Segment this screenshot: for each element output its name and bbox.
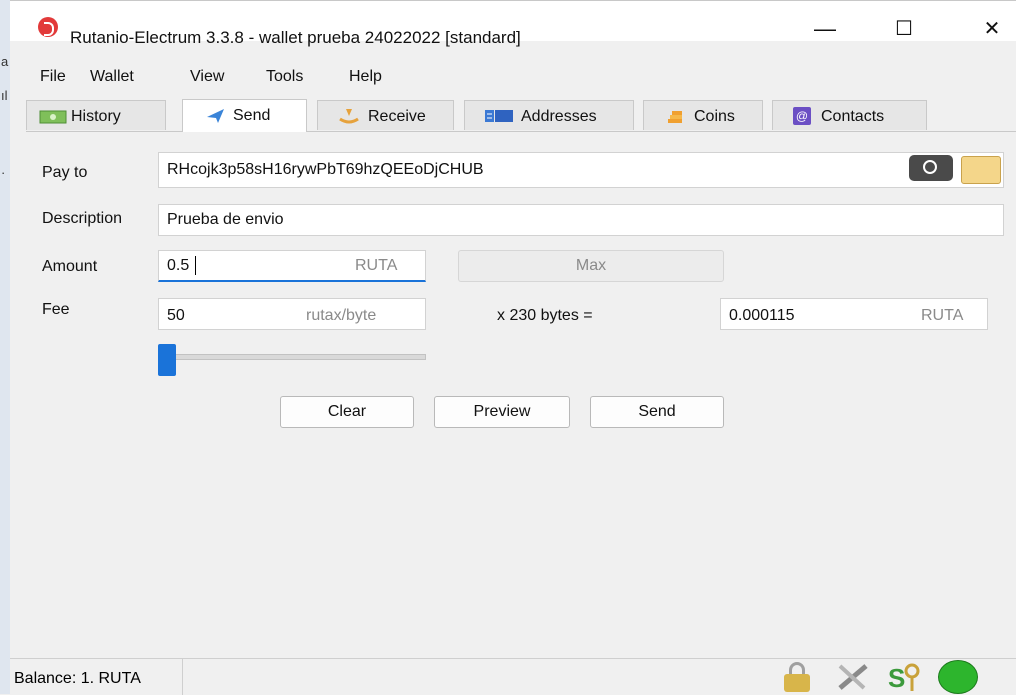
menu-wallet[interactable]: Wallet [90, 68, 134, 86]
fee-total-value: 0.000115 [729, 307, 795, 324]
amount-unit: RUTA [355, 257, 398, 274]
maximize-button[interactable]: ☐ [884, 17, 924, 41]
background-text: · [1, 165, 6, 180]
svg-text:S: S [888, 663, 905, 693]
tab-send[interactable]: Send [182, 99, 307, 132]
tab-bar: History Send Receive Addresses Coins @ C… [26, 99, 1016, 132]
title-bar: Rutanio-Electrum 3.3.8 - wallet prueba 2… [10, 0, 1016, 47]
tab-receive-label: Receive [368, 108, 426, 125]
text-cursor [195, 256, 196, 275]
fee-rate-input[interactable]: 50 rutax/byte [158, 298, 426, 330]
balance-text: Balance: 1. RUTA [14, 670, 141, 687]
pay-to-label: Pay to [42, 164, 88, 181]
coins-icon [668, 111, 682, 123]
network-status-icon[interactable] [938, 660, 978, 694]
fee-label: Fee [42, 301, 70, 318]
menu-tools[interactable]: Tools [266, 68, 303, 86]
menu-view[interactable]: View [190, 68, 224, 86]
lock-icon[interactable] [782, 662, 812, 692]
max-button[interactable]: Max [458, 250, 724, 282]
fee-total-unit: RUTA [921, 307, 964, 324]
background-text: a [1, 54, 9, 69]
tab-addresses[interactable]: Addresses [464, 100, 634, 130]
menu-file[interactable]: File [40, 68, 66, 86]
status-bar: Balance: 1. RUTA S [10, 658, 1016, 695]
tab-contacts[interactable]: @ Contacts [772, 100, 927, 130]
camera-icon[interactable] [909, 155, 953, 181]
tab-contacts-label: Contacts [821, 108, 885, 125]
menu-bar: File Wallet View Tools Help [10, 64, 1016, 90]
folder-icon[interactable] [961, 156, 1001, 184]
tab-coins-label: Coins [694, 108, 735, 125]
tools-icon[interactable] [834, 662, 872, 692]
window-title: Rutanio-Electrum 3.3.8 - wallet prueba 2… [70, 28, 521, 47]
balance-box: Balance: 1. RUTA [10, 659, 183, 695]
clear-button[interactable]: Clear [280, 396, 414, 428]
description-label: Description [42, 210, 123, 227]
minimize-button[interactable]: — [805, 17, 845, 41]
amount-value: 0.5 [167, 257, 190, 274]
fee-size-text: x 230 bytes = [497, 307, 593, 324]
contacts-icon: @ [793, 107, 811, 125]
seed-key-icon[interactable]: S [886, 661, 924, 693]
amount-label: Amount [42, 258, 98, 275]
fee-rate-value: 50 [167, 307, 185, 324]
send-panel: Pay to RHcojk3p58sH16rywPbT69hzQEEoDjCHU… [26, 131, 1016, 652]
tab-history-label: History [71, 108, 121, 125]
menu-help[interactable]: Help [349, 68, 382, 86]
tab-addresses-label: Addresses [521, 108, 597, 125]
pay-to-input[interactable]: RHcojk3p58sH16rywPbT69hzQEEoDjCHUB [158, 152, 1004, 188]
fee-slider-track[interactable] [158, 354, 426, 360]
receive-icon [339, 109, 359, 124]
preview-button[interactable]: Preview [434, 396, 570, 428]
tab-send-label: Send [233, 107, 271, 124]
tab-receive[interactable]: Receive [317, 100, 454, 130]
send-arrow-icon [207, 109, 224, 123]
electrum-window: Rutanio-Electrum 3.3.8 - wallet prueba 2… [10, 0, 1016, 695]
send-button[interactable]: Send [590, 396, 724, 428]
amount-input[interactable]: 0.5 RUTA [158, 250, 426, 282]
addresses-icon [485, 110, 513, 122]
background-text: ıl [1, 88, 8, 103]
tab-coins[interactable]: Coins [643, 100, 763, 130]
description-value: Prueba de envio [167, 211, 284, 228]
rutanio-logo-icon [38, 17, 58, 37]
fee-total-input[interactable]: 0.000115 RUTA [720, 298, 988, 330]
close-button[interactable]: ✕ [972, 17, 1012, 41]
history-icon [39, 110, 67, 124]
pay-to-value: RHcojk3p58sH16rywPbT69hzQEEoDjCHUB [167, 161, 484, 178]
fee-slider-handle[interactable] [158, 344, 176, 376]
description-input[interactable]: Prueba de envio [158, 204, 1004, 236]
fee-rate-unit: rutax/byte [306, 307, 377, 324]
tab-history[interactable]: History [26, 100, 166, 130]
